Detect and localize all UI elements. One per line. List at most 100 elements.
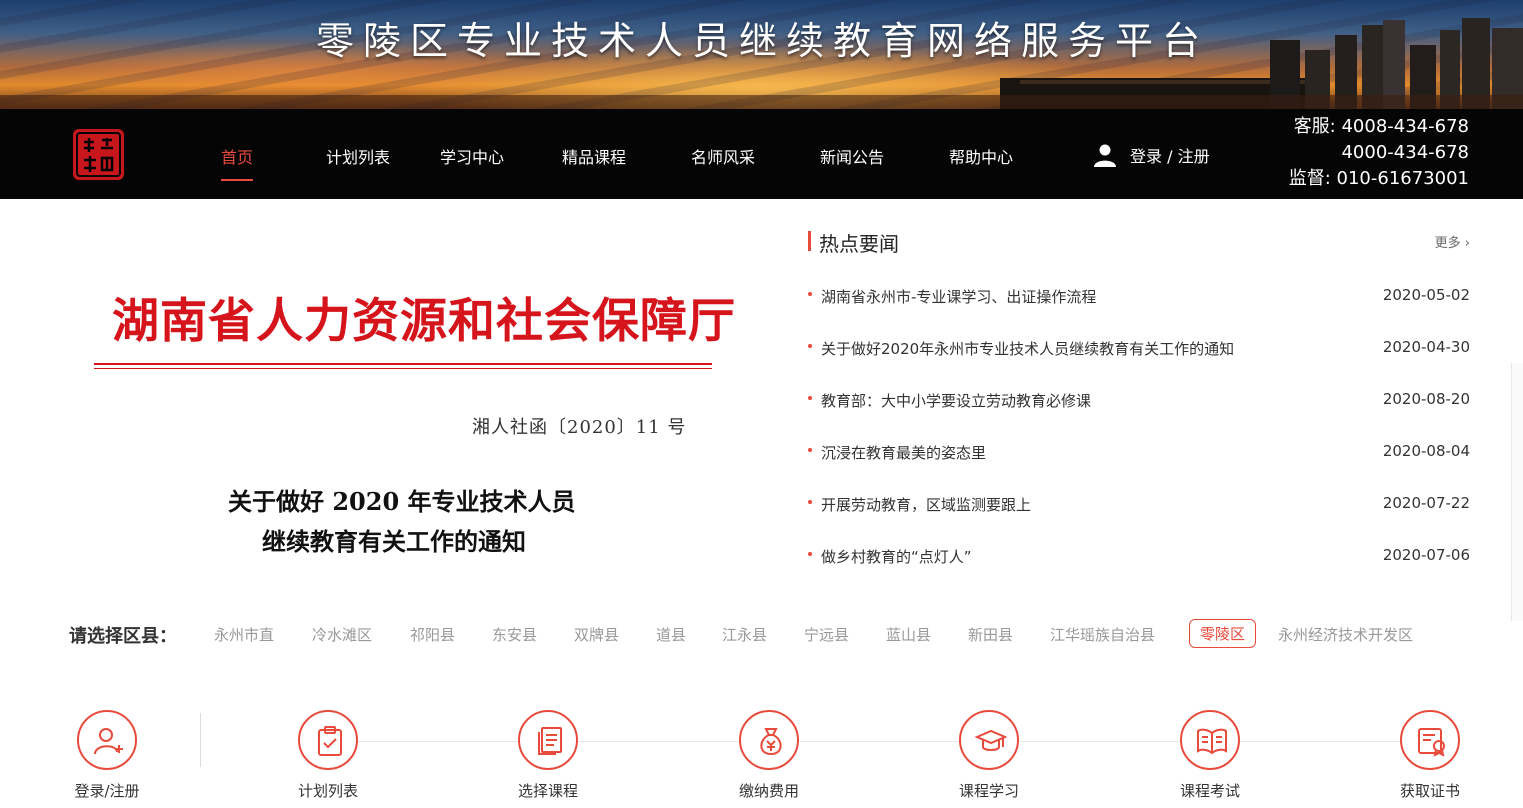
nav-learning-center[interactable]: 学习中心 [440,144,504,168]
news-item-title[interactable]: 做乡村教育的“点灯人” [821,546,972,567]
step-circle [1400,710,1460,770]
open-book-icon [1197,728,1227,755]
bullet-dot [808,448,812,452]
money-bag-icon [760,728,782,756]
step-circle [739,710,799,770]
news-item-title[interactable]: 关于做好2020年永州市专业技术人员继续教育有关工作的通知 [821,338,1234,359]
bullet-dot [808,396,812,400]
nav-famous-teachers[interactable]: 名师风采 [691,144,755,168]
district-option[interactable]: 蓝山县 [886,624,931,645]
seal-logo-icon[interactable] [70,126,127,183]
district-selector: 请选择区县： 永州市直 冷水滩区 祁阳县 东安县 双牌县 道县 江永县 宁远县 … [69,619,1509,649]
login-register-label: 登录 / 注册 [1130,147,1210,166]
step-label: 课程考试 [1179,782,1240,800]
hot-news-list: 湖南省永州市-专业课学习、出证操作流程 2020-05-02 关于做好2020年… [808,286,1470,598]
step-pay-fees[interactable]: 缴纳费用 [714,710,824,801]
service-hotline: 客服: 4008-434-678 4000-434-678 监督: 010-61… [1289,114,1469,192]
news-item-date: 2020-05-02 [1382,286,1470,304]
district-option[interactable]: 江永县 [722,624,767,645]
news-item-date: 2020-04-30 [1382,338,1470,356]
district-selector-label: 请选择区县： [69,626,177,647]
step-circle [518,710,578,770]
step-get-certificate[interactable]: 获取证书 [1375,710,1485,801]
district-option[interactable]: 祁阳县 [410,624,455,645]
step-plan-list[interactable]: 计划列表 [273,710,383,801]
more-news-link[interactable]: 更多 › [1435,232,1470,251]
header-banner: 零陵区专业技术人员继续教育网络服务平台 [0,0,1523,109]
news-item-title[interactable]: 教育部：大中小学要设立劳动教育必修课 [821,390,1091,411]
district-option[interactable]: 道县 [656,624,686,645]
step-label: 计划列表 [297,782,358,800]
step-circle [1180,710,1240,770]
news-item-date: 2020-07-22 [1382,494,1470,512]
district-option-selected[interactable]: 零陵区 [1189,619,1257,648]
nav-active-underline [221,179,253,181]
news-item-date: 2020-08-20 [1382,390,1470,408]
document-list-icon [538,727,562,755]
step-course-study[interactable]: 课程学习 [934,710,1044,801]
step-label: 获取证书 [1399,782,1460,800]
featured-document-image[interactable]: 湖南省人力资源和社会保障厅 湘人社函〔2020〕11 号 关于做好 2020 年… [82,260,735,570]
bullet-dot [808,292,812,296]
step-course-exam[interactable]: 课程考试 [1155,710,1265,801]
news-item-date: 2020-08-04 [1382,442,1470,460]
nav-news-notices[interactable]: 新闻公告 [820,144,884,168]
main-navbar: 首页 计划列表 学习中心 精品课程 名师风采 新闻公告 帮助中心 登录 / 注册… [0,109,1523,199]
district-option[interactable]: 永州市直 [214,624,274,645]
user-icon [1094,144,1116,167]
district-option[interactable]: 新田县 [968,624,1013,645]
document-heading-line-2: 继续教育有关工作的通知 [262,527,526,556]
news-item-title[interactable]: 沉浸在教育最美的姿态里 [821,442,986,463]
document-issuer: 湖南省人力资源和社会保障厅 [112,294,736,349]
news-item[interactable]: 教育部：大中小学要设立劳动教育必修课 2020-08-20 [808,390,1470,442]
step-circle [298,710,358,770]
step-select-course[interactable]: 选择课程 [493,710,603,801]
nav-help-center[interactable]: 帮助中心 [949,144,1013,168]
nav-featured-courses[interactable]: 精品课程 [562,144,626,168]
bullet-dot [808,344,812,348]
hot-news-title: 热点要闻 [819,232,899,256]
document-red-rule [94,363,712,365]
step-circle [77,710,137,770]
district-option[interactable]: 双牌县 [574,624,619,645]
section-marker [808,231,811,251]
login-register-link[interactable]: 登录 / 注册 [1093,143,1210,167]
news-item[interactable]: 湖南省永州市-专业课学习、出证操作流程 2020-05-02 [808,286,1470,338]
hot-news-header: 热点要闻 更多 › [808,228,1470,256]
news-item[interactable]: 关于做好2020年永州市专业技术人员继续教育有关工作的通知 2020-04-30 [808,338,1470,390]
news-item-title[interactable]: 湖南省永州市-专业课学习、出证操作流程 [821,286,1096,307]
hotline-service-1: 客服: 4008-434-678 [1293,116,1469,137]
steps-divider [200,713,201,767]
clipboard-check-icon [318,726,342,756]
news-item-title[interactable]: 开展劳动教育，区域监测要跟上 [821,494,1031,515]
district-option[interactable]: 宁远县 [804,624,849,645]
document-number: 湘人社函〔2020〕11 号 [472,417,687,438]
news-item[interactable]: 开展劳动教育，区域监测要跟上 2020-07-22 [808,494,1470,546]
step-login-register[interactable]: 登录/注册 [52,710,162,801]
step-circle [959,710,1019,770]
certificate-icon [1418,728,1445,757]
district-option[interactable]: 东安县 [492,624,537,645]
news-item-date: 2020-07-06 [1382,546,1470,564]
step-label: 缴纳费用 [738,782,799,800]
district-option[interactable]: 冷水滩区 [312,624,372,645]
step-label: 登录/注册 [74,782,140,800]
bullet-dot [808,500,812,504]
hotline-supervision: 监督: 010-61673001 [1288,168,1469,189]
graduation-cap-icon [975,729,1007,751]
site-title: 零陵区专业技术人员继续教育网络服务平台 [316,19,1210,63]
floating-side-panel-edge[interactable] [1511,363,1523,621]
nav-home[interactable]: 首页 [221,144,253,168]
district-option[interactable]: 永州经济技术开发区 [1278,624,1413,645]
user-add-icon [94,728,123,755]
news-item[interactable]: 做乡村教育的“点灯人” 2020-07-06 [808,546,1470,598]
district-option[interactable]: 江华瑶族自治县 [1050,624,1155,645]
news-item[interactable]: 沉浸在教育最美的姿态里 2020-08-04 [808,442,1470,494]
hotline-service-2: 4000-434-678 [1341,142,1469,163]
bullet-dot [808,552,812,556]
step-label: 课程学习 [958,782,1019,800]
nav-plan-list[interactable]: 计划列表 [326,144,390,168]
step-label: 选择课程 [517,782,578,800]
document-heading-line-1: 关于做好 2020 年专业技术人员 [228,487,576,516]
document-red-rule-thin [94,368,712,369]
